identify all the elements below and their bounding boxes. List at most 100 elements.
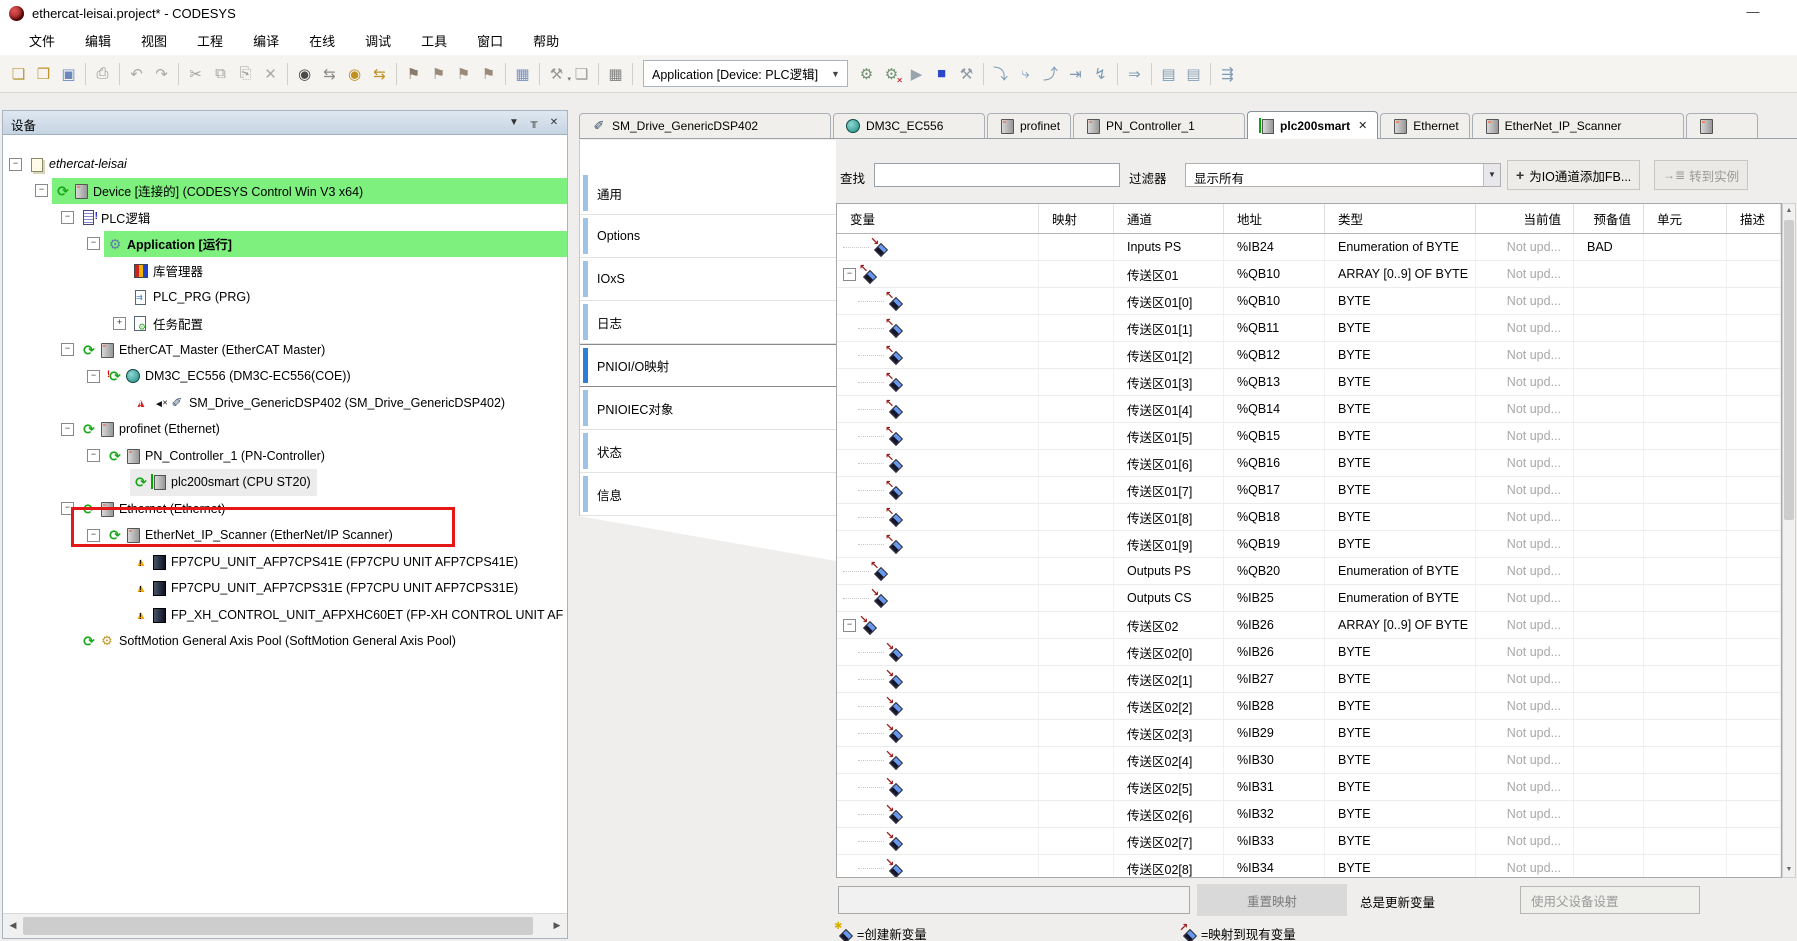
- prev-bookmark-icon[interactable]: ⚑: [426, 61, 451, 86]
- table-row[interactable]: ↖传送区01[3]%QB13BYTENot upd...: [837, 369, 1781, 396]
- nav-item-4[interactable]: PNIOI/O映射: [580, 344, 836, 387]
- tree-row-11[interactable]: −PN_Controller_1 (PN-Controller): [3, 443, 567, 470]
- tree-row-6[interactable]: +任务配置: [3, 310, 567, 337]
- clear-bookmarks-icon[interactable]: ⚑: [476, 61, 501, 86]
- table-row[interactable]: ↘传送区02[3]%IB29BYTENot upd...: [837, 720, 1781, 747]
- panel-close-icon[interactable]: ✕: [545, 115, 563, 131]
- logout-icon[interactable]: ⚙✕: [879, 61, 904, 86]
- parent-device-settings[interactable]: 使用父设备设置: [1520, 886, 1700, 914]
- column-header-6[interactable]: 预备值: [1574, 204, 1644, 233]
- mapping-cell[interactable]: [1039, 612, 1114, 638]
- new-object-icon[interactable]: ❏: [569, 61, 594, 86]
- prepared-value-cell[interactable]: [1574, 801, 1644, 827]
- watch-list-icon[interactable]: ▤: [1156, 61, 1181, 86]
- menu-item-9[interactable]: 帮助: [518, 30, 574, 53]
- mapping-cell[interactable]: [1039, 666, 1114, 692]
- column-header-1[interactable]: 映射: [1039, 204, 1114, 233]
- next-bookmark-icon[interactable]: ⚑: [451, 61, 476, 86]
- table-row[interactable]: ↖传送区01[8]%QB18BYTENot upd...: [837, 504, 1781, 531]
- find-in-project-icon[interactable]: ◉: [342, 61, 367, 86]
- panel-pin-icon[interactable]: ╥: [525, 115, 543, 131]
- mapping-cell[interactable]: [1039, 531, 1114, 557]
- column-header-0[interactable]: 变量: [837, 204, 1039, 233]
- prepared-value-cell[interactable]: [1574, 477, 1644, 503]
- mapping-cell[interactable]: [1039, 801, 1114, 827]
- tree-row-8[interactable]: −DM3C_EC556 (DM3C-EC556(COE)): [3, 363, 567, 390]
- mapping-cell[interactable]: [1039, 234, 1114, 260]
- tab-PN_Controller_1[interactable]: PN_Controller_1: [1073, 113, 1245, 138]
- menu-item-7[interactable]: 工具: [406, 30, 462, 53]
- mapping-cell[interactable]: [1039, 342, 1114, 368]
- goto-instance-button[interactable]: →≣ 转到实例: [1654, 160, 1748, 190]
- filter-combo[interactable]: 显示所有 ▼: [1185, 163, 1501, 187]
- scroll-up-icon[interactable]: ▲: [1783, 204, 1795, 218]
- tree-row-17[interactable]: FP_XH_CONTROL_UNIT_AFPXHC60ET (FP-XH CON…: [3, 602, 567, 629]
- scrollbar-thumb[interactable]: [23, 917, 533, 935]
- undo-icon[interactable]: ↶: [124, 61, 149, 86]
- tree-row-18[interactable]: SoftMotion General Axis Pool (SoftMotion…: [3, 628, 567, 655]
- flow-control-icon[interactable]: ⇶: [1215, 61, 1240, 86]
- mapping-cell[interactable]: [1039, 261, 1114, 287]
- prepared-value-cell[interactable]: BAD: [1574, 234, 1644, 260]
- nav-item-2[interactable]: IOxS: [580, 258, 836, 301]
- table-row[interactable]: ↘传送区02[0]%IB26BYTENot upd...: [837, 639, 1781, 666]
- mapping-cell[interactable]: [1039, 369, 1114, 395]
- table-row[interactable]: ↖传送区01[6]%QB16BYTENot upd...: [837, 450, 1781, 477]
- prepared-value-cell[interactable]: [1574, 396, 1644, 422]
- tab-DM3C_EC556[interactable]: DM3C_EC556: [833, 113, 985, 138]
- scroll-right-icon[interactable]: ▶: [548, 917, 566, 935]
- collapse-icon[interactable]: −: [87, 529, 100, 542]
- prepared-value-cell[interactable]: [1574, 423, 1644, 449]
- scroll-down-icon[interactable]: ▼: [1783, 863, 1795, 877]
- tree-row-12[interactable]: plc200smart (CPU ST20): [3, 469, 567, 496]
- tab-EtherNet_IP_Scanner[interactable]: EtherNet_IP_Scanner: [1472, 113, 1684, 138]
- table-row[interactable]: ↖Outputs PS%QB20Enumeration of BYTENot u…: [837, 558, 1781, 585]
- tree-row-2[interactable]: −PLC逻辑: [3, 204, 567, 231]
- prepared-value-cell[interactable]: [1574, 693, 1644, 719]
- table-row[interactable]: ↘传送区02[7]%IB33BYTENot upd...: [837, 828, 1781, 855]
- mapping-cell[interactable]: [1039, 693, 1114, 719]
- close-icon[interactable]: ✕: [1358, 119, 1367, 132]
- stop-icon[interactable]: ■: [929, 61, 954, 86]
- expand-icon[interactable]: +: [113, 317, 126, 330]
- find-input[interactable]: [874, 163, 1120, 187]
- table-row[interactable]: ↘传送区02[2]%IB28BYTENot upd...: [837, 693, 1781, 720]
- copy-icon[interactable]: ⧉: [208, 61, 233, 86]
- menu-item-0[interactable]: 文件: [14, 30, 70, 53]
- prepared-value-cell[interactable]: [1574, 585, 1644, 611]
- table-row[interactable]: −↖传送区01%QB10ARRAY [0..9] OF BYTENot upd.…: [837, 261, 1781, 288]
- tree-row-5[interactable]: PLC_PRG (PRG): [3, 284, 567, 311]
- table-row[interactable]: ↖传送区01[0]%QB10BYTENot upd...: [837, 288, 1781, 315]
- prepared-value-cell[interactable]: [1574, 666, 1644, 692]
- column-header-2[interactable]: 通道: [1114, 204, 1224, 233]
- table-row[interactable]: ↖传送区01[5]%QB15BYTENot upd...: [837, 423, 1781, 450]
- menu-item-3[interactable]: 工程: [182, 30, 238, 53]
- table-row[interactable]: ↘传送区02[8]%IB34BYTENot upd...: [837, 855, 1781, 878]
- nav-item-1[interactable]: Options: [580, 215, 836, 258]
- tab-partial[interactable]: [1686, 113, 1758, 138]
- table-row[interactable]: ↘Inputs PS%IB24Enumeration of BYTENot up…: [837, 234, 1781, 261]
- mapping-cell[interactable]: [1039, 477, 1114, 503]
- mapping-cell[interactable]: [1039, 396, 1114, 422]
- mapping-cell[interactable]: [1039, 747, 1114, 773]
- chevron-down-icon[interactable]: ▼: [1483, 164, 1500, 186]
- nav-item-5[interactable]: PNIOIEC对象: [580, 387, 836, 430]
- properties-icon[interactable]: ▦: [510, 61, 535, 86]
- mapping-status-box[interactable]: [838, 886, 1190, 914]
- collapse-icon[interactable]: −: [9, 158, 22, 171]
- collapse-icon[interactable]: −: [61, 423, 74, 436]
- table-scrollbar-thumb[interactable]: [1784, 220, 1794, 520]
- column-header-4[interactable]: 类型: [1325, 204, 1476, 233]
- tree-row-3[interactable]: −Application [运行]: [3, 231, 567, 258]
- mapping-cell[interactable]: [1039, 855, 1114, 878]
- scroll-left-icon[interactable]: ◀: [4, 917, 22, 935]
- table-row[interactable]: ↘传送区02[5]%IB31BYTENot upd...: [837, 774, 1781, 801]
- column-header-5[interactable]: 当前值: [1476, 204, 1574, 233]
- table-row[interactable]: ↘传送区02[4]%IB30BYTENot upd...: [837, 747, 1781, 774]
- tree-row-13[interactable]: −Ethernet (Ethernet): [3, 496, 567, 523]
- prepared-value-cell[interactable]: [1574, 747, 1644, 773]
- step-into-icon[interactable]: ⤷: [1013, 61, 1038, 86]
- always-update-label[interactable]: 总是更新变量: [1360, 892, 1435, 911]
- mapping-cell[interactable]: [1039, 639, 1114, 665]
- tree-row-0[interactable]: −ethercat-leisai: [3, 151, 567, 178]
